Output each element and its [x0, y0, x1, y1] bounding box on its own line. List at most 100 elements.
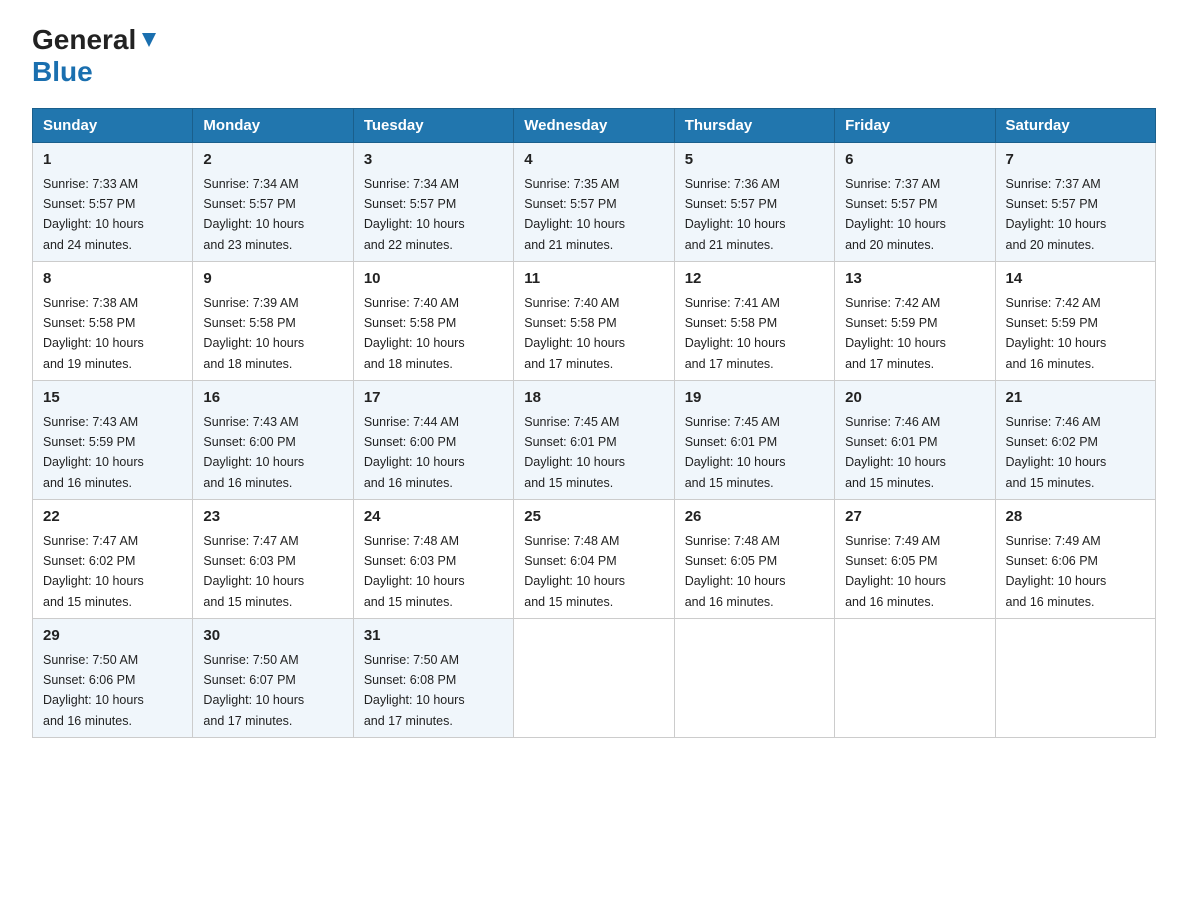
day-number: 30 [203, 625, 342, 648]
day-sun-info: Sunrise: 7:42 AM Sunset: 5:59 PM Dayligh… [1006, 296, 1107, 371]
day-number: 7 [1006, 149, 1145, 172]
day-sun-info: Sunrise: 7:36 AM Sunset: 5:57 PM Dayligh… [685, 177, 786, 252]
calendar-cell [835, 619, 995, 738]
day-sun-info: Sunrise: 7:50 AM Sunset: 6:07 PM Dayligh… [203, 653, 304, 728]
calendar-cell [995, 619, 1155, 738]
calendar-week-row: 8Sunrise: 7:38 AM Sunset: 5:58 PM Daylig… [33, 262, 1156, 381]
day-sun-info: Sunrise: 7:34 AM Sunset: 5:57 PM Dayligh… [364, 177, 465, 252]
calendar-cell: 28 Sunrise: 7:49 AM Sunset: 6:06 PM Dayli… [995, 500, 1155, 619]
calendar-cell: 31 Sunrise: 7:50 AM Sunset: 6:08 PM Dayli… [353, 619, 513, 738]
day-sun-info: Sunrise: 7:40 AM Sunset: 5:58 PM Dayligh… [524, 296, 625, 371]
calendar-cell: 11 Sunrise: 7:40 AM Sunset: 5:58 PM Dayli… [514, 262, 674, 381]
weekday-header-thursday: Thursday [674, 109, 834, 143]
day-number: 18 [524, 387, 663, 410]
weekday-header-tuesday: Tuesday [353, 109, 513, 143]
logo-blue-text: Blue [32, 56, 93, 88]
calendar-cell: 12 Sunrise: 7:41 AM Sunset: 5:58 PM Dayli… [674, 262, 834, 381]
calendar-table: SundayMondayTuesdayWednesdayThursdayFrid… [32, 108, 1156, 738]
day-sun-info: Sunrise: 7:48 AM Sunset: 6:04 PM Dayligh… [524, 534, 625, 609]
day-sun-info: Sunrise: 7:37 AM Sunset: 5:57 PM Dayligh… [1006, 177, 1107, 252]
calendar-cell: 4 Sunrise: 7:35 AM Sunset: 5:57 PM Daylig… [514, 143, 674, 262]
page-header: General Blue [32, 24, 1156, 88]
day-sun-info: Sunrise: 7:43 AM Sunset: 6:00 PM Dayligh… [203, 415, 304, 490]
calendar-cell: 14 Sunrise: 7:42 AM Sunset: 5:59 PM Dayli… [995, 262, 1155, 381]
day-sun-info: Sunrise: 7:46 AM Sunset: 6:02 PM Dayligh… [1006, 415, 1107, 490]
day-number: 31 [364, 625, 503, 648]
calendar-cell [514, 619, 674, 738]
day-number: 17 [364, 387, 503, 410]
day-sun-info: Sunrise: 7:35 AM Sunset: 5:57 PM Dayligh… [524, 177, 625, 252]
day-number: 14 [1006, 268, 1145, 291]
day-sun-info: Sunrise: 7:49 AM Sunset: 6:06 PM Dayligh… [1006, 534, 1107, 609]
calendar-cell: 2 Sunrise: 7:34 AM Sunset: 5:57 PM Daylig… [193, 143, 353, 262]
day-sun-info: Sunrise: 7:43 AM Sunset: 5:59 PM Dayligh… [43, 415, 144, 490]
weekday-header-row: SundayMondayTuesdayWednesdayThursdayFrid… [33, 109, 1156, 143]
day-sun-info: Sunrise: 7:48 AM Sunset: 6:05 PM Dayligh… [685, 534, 786, 609]
day-number: 20 [845, 387, 984, 410]
day-sun-info: Sunrise: 7:50 AM Sunset: 6:08 PM Dayligh… [364, 653, 465, 728]
day-number: 28 [1006, 506, 1145, 529]
day-sun-info: Sunrise: 7:33 AM Sunset: 5:57 PM Dayligh… [43, 177, 144, 252]
day-number: 9 [203, 268, 342, 291]
calendar-cell: 1 Sunrise: 7:33 AM Sunset: 5:57 PM Daylig… [33, 143, 193, 262]
day-sun-info: Sunrise: 7:49 AM Sunset: 6:05 PM Dayligh… [845, 534, 946, 609]
calendar-cell: 26Sunrise: 7:48 AM Sunset: 6:05 PM Dayli… [674, 500, 834, 619]
day-number: 1 [43, 149, 182, 172]
day-number: 29 [43, 625, 182, 648]
day-number: 22 [43, 506, 182, 529]
calendar-cell: 20 Sunrise: 7:46 AM Sunset: 6:01 PM Dayli… [835, 381, 995, 500]
day-number: 5 [685, 149, 824, 172]
day-sun-info: Sunrise: 7:47 AM Sunset: 6:03 PM Dayligh… [203, 534, 304, 609]
day-number: 10 [364, 268, 503, 291]
day-number: 11 [524, 268, 663, 291]
calendar-cell: 3 Sunrise: 7:34 AM Sunset: 5:57 PM Daylig… [353, 143, 513, 262]
day-number: 27 [845, 506, 984, 529]
weekday-header-wednesday: Wednesday [514, 109, 674, 143]
day-sun-info: Sunrise: 7:41 AM Sunset: 5:58 PM Dayligh… [685, 296, 786, 371]
logo-general-text: General [32, 24, 136, 56]
calendar-cell: 5 Sunrise: 7:36 AM Sunset: 5:57 PM Daylig… [674, 143, 834, 262]
calendar-cell: 9Sunrise: 7:39 AM Sunset: 5:58 PM Daylig… [193, 262, 353, 381]
day-sun-info: Sunrise: 7:34 AM Sunset: 5:57 PM Dayligh… [203, 177, 304, 252]
day-sun-info: Sunrise: 7:46 AM Sunset: 6:01 PM Dayligh… [845, 415, 946, 490]
calendar-cell: 23Sunrise: 7:47 AM Sunset: 6:03 PM Dayli… [193, 500, 353, 619]
logo: General Blue [32, 24, 160, 88]
calendar-cell: 21 Sunrise: 7:46 AM Sunset: 6:02 PM Dayli… [995, 381, 1155, 500]
logo-arrow-icon [138, 29, 160, 51]
day-sun-info: Sunrise: 7:38 AM Sunset: 5:58 PM Dayligh… [43, 296, 144, 371]
day-sun-info: Sunrise: 7:48 AM Sunset: 6:03 PM Dayligh… [364, 534, 465, 609]
day-sun-info: Sunrise: 7:45 AM Sunset: 6:01 PM Dayligh… [685, 415, 786, 490]
day-number: 24 [364, 506, 503, 529]
weekday-header-friday: Friday [835, 109, 995, 143]
calendar-cell: 24 Sunrise: 7:48 AM Sunset: 6:03 PM Dayli… [353, 500, 513, 619]
day-number: 16 [203, 387, 342, 410]
calendar-cell: 15 Sunrise: 7:43 AM Sunset: 5:59 PM Dayli… [33, 381, 193, 500]
calendar-cell: 17Sunrise: 7:44 AM Sunset: 6:00 PM Dayli… [353, 381, 513, 500]
weekday-header-sunday: Sunday [33, 109, 193, 143]
day-number: 3 [364, 149, 503, 172]
calendar-cell: 27 Sunrise: 7:49 AM Sunset: 6:05 PM Dayli… [835, 500, 995, 619]
calendar-cell: 16 Sunrise: 7:43 AM Sunset: 6:00 PM Dayli… [193, 381, 353, 500]
calendar-week-row: 15 Sunrise: 7:43 AM Sunset: 5:59 PM Dayli… [33, 381, 1156, 500]
day-number: 19 [685, 387, 824, 410]
weekday-header-monday: Monday [193, 109, 353, 143]
day-number: 21 [1006, 387, 1145, 410]
day-number: 4 [524, 149, 663, 172]
calendar-cell: 19 Sunrise: 7:45 AM Sunset: 6:01 PM Dayli… [674, 381, 834, 500]
calendar-cell [674, 619, 834, 738]
calendar-week-row: 29 Sunrise: 7:50 AM Sunset: 6:06 PM Dayli… [33, 619, 1156, 738]
day-sun-info: Sunrise: 7:42 AM Sunset: 5:59 PM Dayligh… [845, 296, 946, 371]
calendar-cell: 18Sunrise: 7:45 AM Sunset: 6:01 PM Dayli… [514, 381, 674, 500]
calendar-cell: 10Sunrise: 7:40 AM Sunset: 5:58 PM Dayli… [353, 262, 513, 381]
calendar-cell: 8Sunrise: 7:38 AM Sunset: 5:58 PM Daylig… [33, 262, 193, 381]
day-number: 2 [203, 149, 342, 172]
day-sun-info: Sunrise: 7:47 AM Sunset: 6:02 PM Dayligh… [43, 534, 144, 609]
day-number: 15 [43, 387, 182, 410]
day-number: 12 [685, 268, 824, 291]
calendar-cell: 6Sunrise: 7:37 AM Sunset: 5:57 PM Daylig… [835, 143, 995, 262]
day-sun-info: Sunrise: 7:50 AM Sunset: 6:06 PM Dayligh… [43, 653, 144, 728]
calendar-cell: 29 Sunrise: 7:50 AM Sunset: 6:06 PM Dayli… [33, 619, 193, 738]
calendar-cell: 7 Sunrise: 7:37 AM Sunset: 5:57 PM Daylig… [995, 143, 1155, 262]
day-sun-info: Sunrise: 7:37 AM Sunset: 5:57 PM Dayligh… [845, 177, 946, 252]
calendar-cell: 25Sunrise: 7:48 AM Sunset: 6:04 PM Dayli… [514, 500, 674, 619]
